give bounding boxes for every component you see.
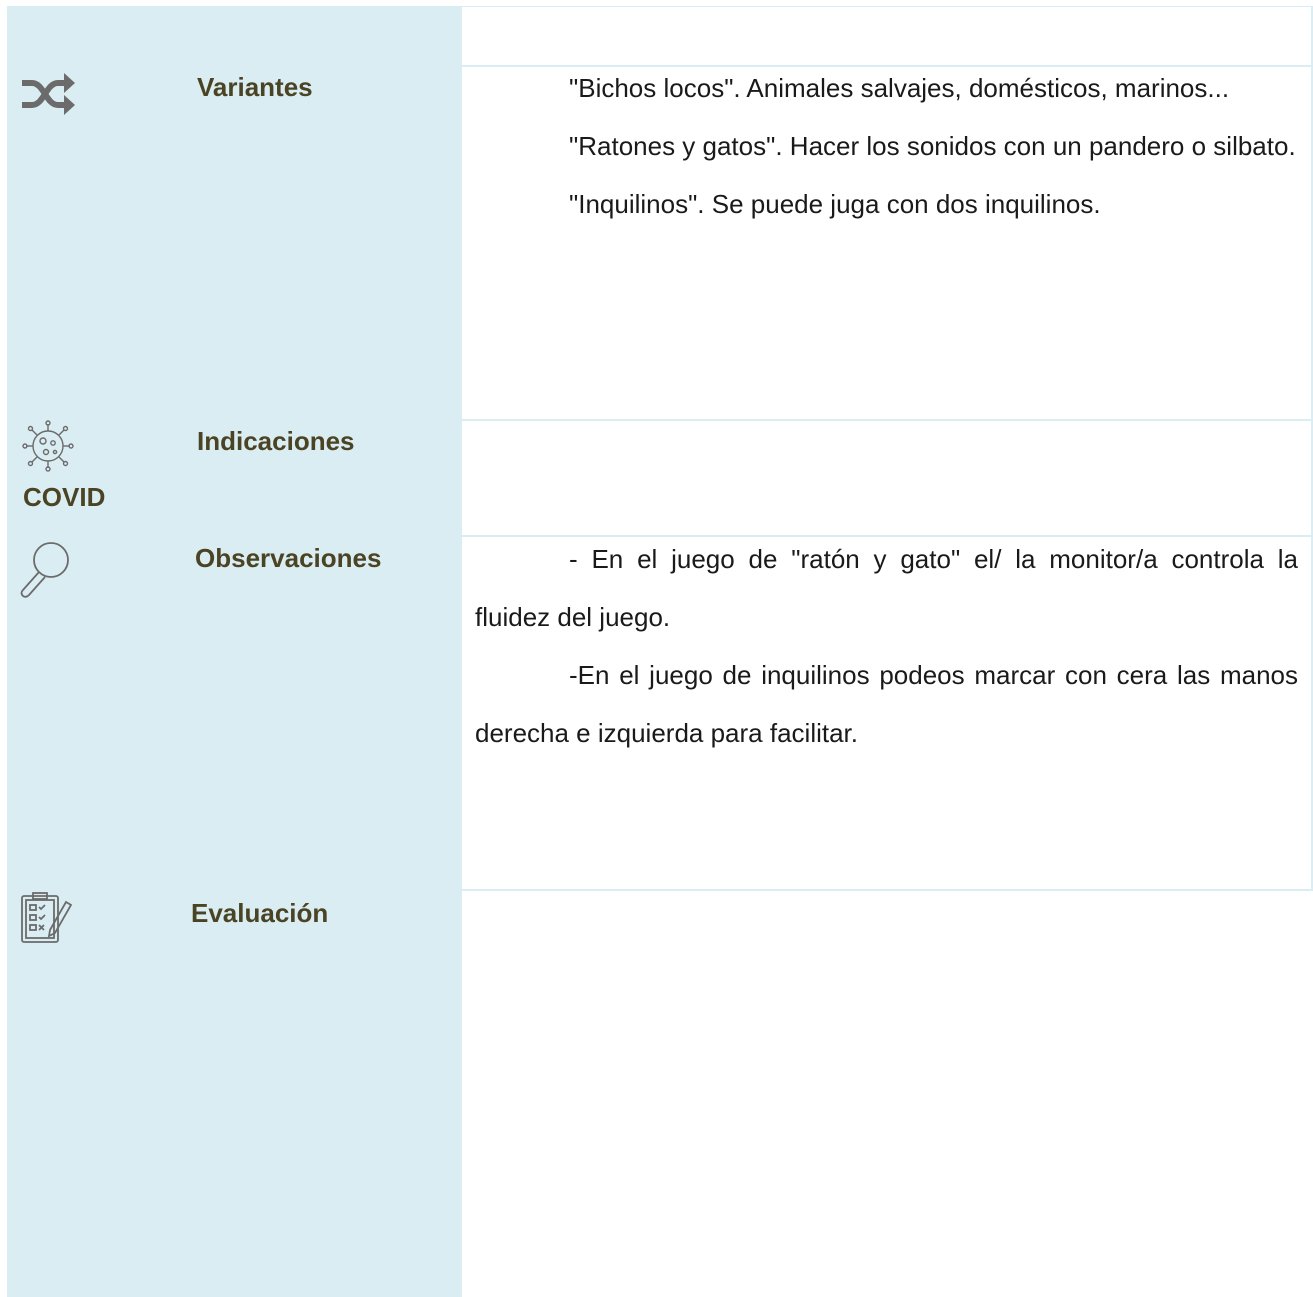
- observaciones-content: - En el juego de "ratón y gato" el/ la m…: [475, 530, 1298, 762]
- observaciones-paragraph: - En el juego de "ratón y gato" el/ la m…: [475, 544, 1298, 632]
- row-sublabel-covid: COVID: [23, 482, 106, 512]
- magnifier-icon: [18, 540, 72, 598]
- left-label-column: [7, 6, 462, 1297]
- row-divider-evaluacion: [462, 889, 1313, 891]
- row-divider-indicaciones: [462, 419, 1313, 421]
- row-label-indicaciones: Indicaciones: [197, 426, 355, 456]
- variantes-paragraph: "Ratones y gatos". Hacer los sonidos con…: [569, 131, 1296, 161]
- row-label-variantes: Variantes: [197, 72, 313, 102]
- variantes-paragraph: "Inquilinos". Se puede juga con dos inqu…: [569, 189, 1101, 219]
- row-label-observaciones: Observaciones: [195, 543, 382, 573]
- checklist-clipboard-icon: [20, 892, 74, 944]
- table-top-border: [462, 6, 1313, 7]
- variantes-paragraph: "Bichos locos". Animales salvajes, domés…: [569, 73, 1230, 103]
- shuffle-icon: [20, 72, 76, 116]
- virus-icon: [22, 420, 74, 472]
- row-label-evaluacion: Evaluación: [191, 898, 329, 928]
- variantes-content: "Bichos locos". Animales salvajes, domés…: [475, 59, 1298, 233]
- observaciones-paragraph: -En el juego de inquilinos podeos marcar…: [475, 660, 1298, 748]
